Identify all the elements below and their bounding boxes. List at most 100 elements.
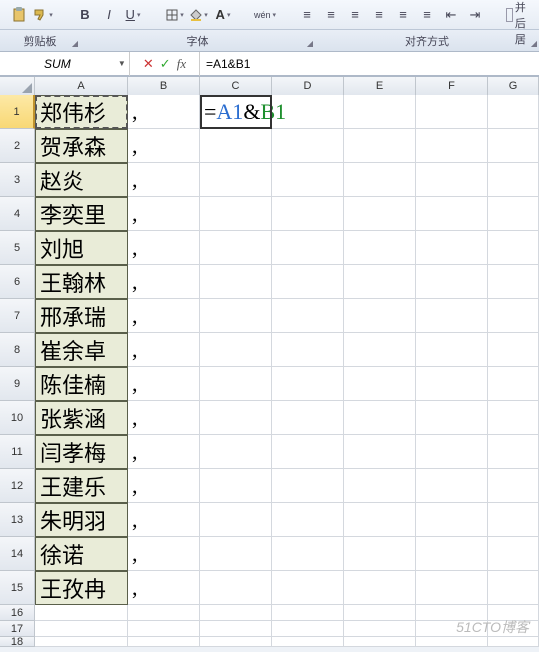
cell[interactable] [344, 129, 416, 163]
cell[interactable] [344, 621, 416, 637]
name-box[interactable]: ▼ [0, 52, 130, 76]
cell[interactable] [200, 333, 272, 367]
cell[interactable] [488, 435, 539, 469]
row-header[interactable]: 15 [0, 571, 35, 605]
cell[interactable]: , [128, 231, 200, 265]
cell[interactable] [488, 231, 539, 265]
cell[interactable] [344, 197, 416, 231]
cell[interactable]: , [128, 503, 200, 537]
cell[interactable] [200, 605, 272, 621]
cell[interactable] [200, 197, 272, 231]
indent-increase-icon[interactable]: ⇥ [464, 4, 486, 26]
align-right-icon[interactable]: ≡ [416, 4, 438, 26]
cell[interactable] [200, 571, 272, 605]
cancel-icon[interactable]: ✕ [143, 56, 154, 72]
cell[interactable]: , [128, 537, 200, 571]
italic-button[interactable]: I [98, 4, 120, 26]
cell[interactable]: , [128, 265, 200, 299]
cell[interactable] [272, 435, 344, 469]
cell[interactable]: , [128, 197, 200, 231]
cell[interactable] [416, 265, 488, 299]
cell[interactable] [200, 637, 272, 647]
cell[interactable] [416, 367, 488, 401]
cell[interactable] [416, 469, 488, 503]
cell[interactable] [488, 401, 539, 435]
cell[interactable]: 刘旭 [35, 231, 128, 265]
cell[interactable] [344, 571, 416, 605]
cell[interactable]: 张紫涵 [35, 401, 128, 435]
cell[interactable]: 徐诺 [35, 537, 128, 571]
cell[interactable] [272, 401, 344, 435]
cell[interactable] [488, 265, 539, 299]
cell[interactable] [488, 571, 539, 605]
indent-decrease-icon[interactable]: ⇤ [440, 4, 462, 26]
column-header-D[interactable]: D [272, 77, 344, 95]
cell[interactable] [272, 95, 344, 129]
row-header[interactable]: 1 [0, 95, 35, 129]
cell[interactable] [416, 197, 488, 231]
cell[interactable] [200, 265, 272, 299]
format-painter-icon[interactable] [32, 4, 54, 26]
cell[interactable] [200, 621, 272, 637]
dialog-launcher-icon[interactable]: ◢ [72, 39, 78, 48]
cell[interactable]: 李奕里 [35, 197, 128, 231]
cell[interactable] [272, 621, 344, 637]
cell[interactable] [416, 401, 488, 435]
align-bottom-icon[interactable]: ≡ [344, 4, 366, 26]
cell[interactable] [416, 129, 488, 163]
font-color-button[interactable]: A [212, 4, 234, 26]
cell[interactable] [344, 299, 416, 333]
cell[interactable]: 王建乐 [35, 469, 128, 503]
row-header[interactable]: 12 [0, 469, 35, 503]
cell[interactable] [128, 637, 200, 647]
row-header[interactable]: 6 [0, 265, 35, 299]
cell[interactable] [488, 197, 539, 231]
cell[interactable] [128, 621, 200, 637]
cell[interactable] [416, 537, 488, 571]
cell[interactable] [488, 503, 539, 537]
fx-icon[interactable]: fx [177, 56, 186, 72]
cell[interactable]: 郑伟杉 [35, 95, 128, 129]
cell[interactable]: 赵炎 [35, 163, 128, 197]
enter-icon[interactable]: ✓ [160, 56, 171, 72]
cell[interactable]: 陈佳楠 [35, 367, 128, 401]
cell[interactable] [272, 571, 344, 605]
row-header[interactable]: 10 [0, 401, 35, 435]
cell[interactable]: , [128, 299, 200, 333]
cell[interactable] [272, 299, 344, 333]
cell[interactable] [416, 95, 488, 129]
select-all-corner[interactable] [0, 77, 35, 95]
cell[interactable] [488, 637, 539, 647]
cell[interactable] [200, 231, 272, 265]
row-header[interactable]: 18 [0, 637, 35, 647]
formula-input[interactable] [200, 53, 539, 75]
cell[interactable] [344, 401, 416, 435]
row-header[interactable]: 5 [0, 231, 35, 265]
cell[interactable]: 崔余卓 [35, 333, 128, 367]
column-header-G[interactable]: G [488, 77, 539, 95]
cell[interactable] [272, 367, 344, 401]
cell[interactable] [344, 537, 416, 571]
cell[interactable] [200, 163, 272, 197]
cell[interactable] [272, 637, 344, 647]
cell[interactable] [488, 299, 539, 333]
cell[interactable] [272, 163, 344, 197]
row-header[interactable]: 7 [0, 299, 35, 333]
cell[interactable] [128, 605, 200, 621]
cells-area[interactable]: 郑伟杉,=A1&B1贺承森,赵炎,李奕里,刘旭,王翰林,邢承瑞,崔余卓,陈佳楠,… [35, 95, 539, 647]
cell[interactable] [344, 637, 416, 647]
column-header-F[interactable]: F [416, 77, 488, 95]
row-header[interactable]: 8 [0, 333, 35, 367]
column-header-E[interactable]: E [344, 77, 416, 95]
cell[interactable] [344, 231, 416, 265]
cell[interactable] [35, 621, 128, 637]
align-center-icon[interactable]: ≡ [392, 4, 414, 26]
cell[interactable]: =A1&B1 [200, 95, 272, 129]
cell[interactable] [416, 435, 488, 469]
cell[interactable] [344, 435, 416, 469]
row-header[interactable]: 11 [0, 435, 35, 469]
cell[interactable] [200, 299, 272, 333]
cell[interactable] [344, 333, 416, 367]
cell[interactable] [272, 197, 344, 231]
align-left-icon[interactable]: ≡ [368, 4, 390, 26]
